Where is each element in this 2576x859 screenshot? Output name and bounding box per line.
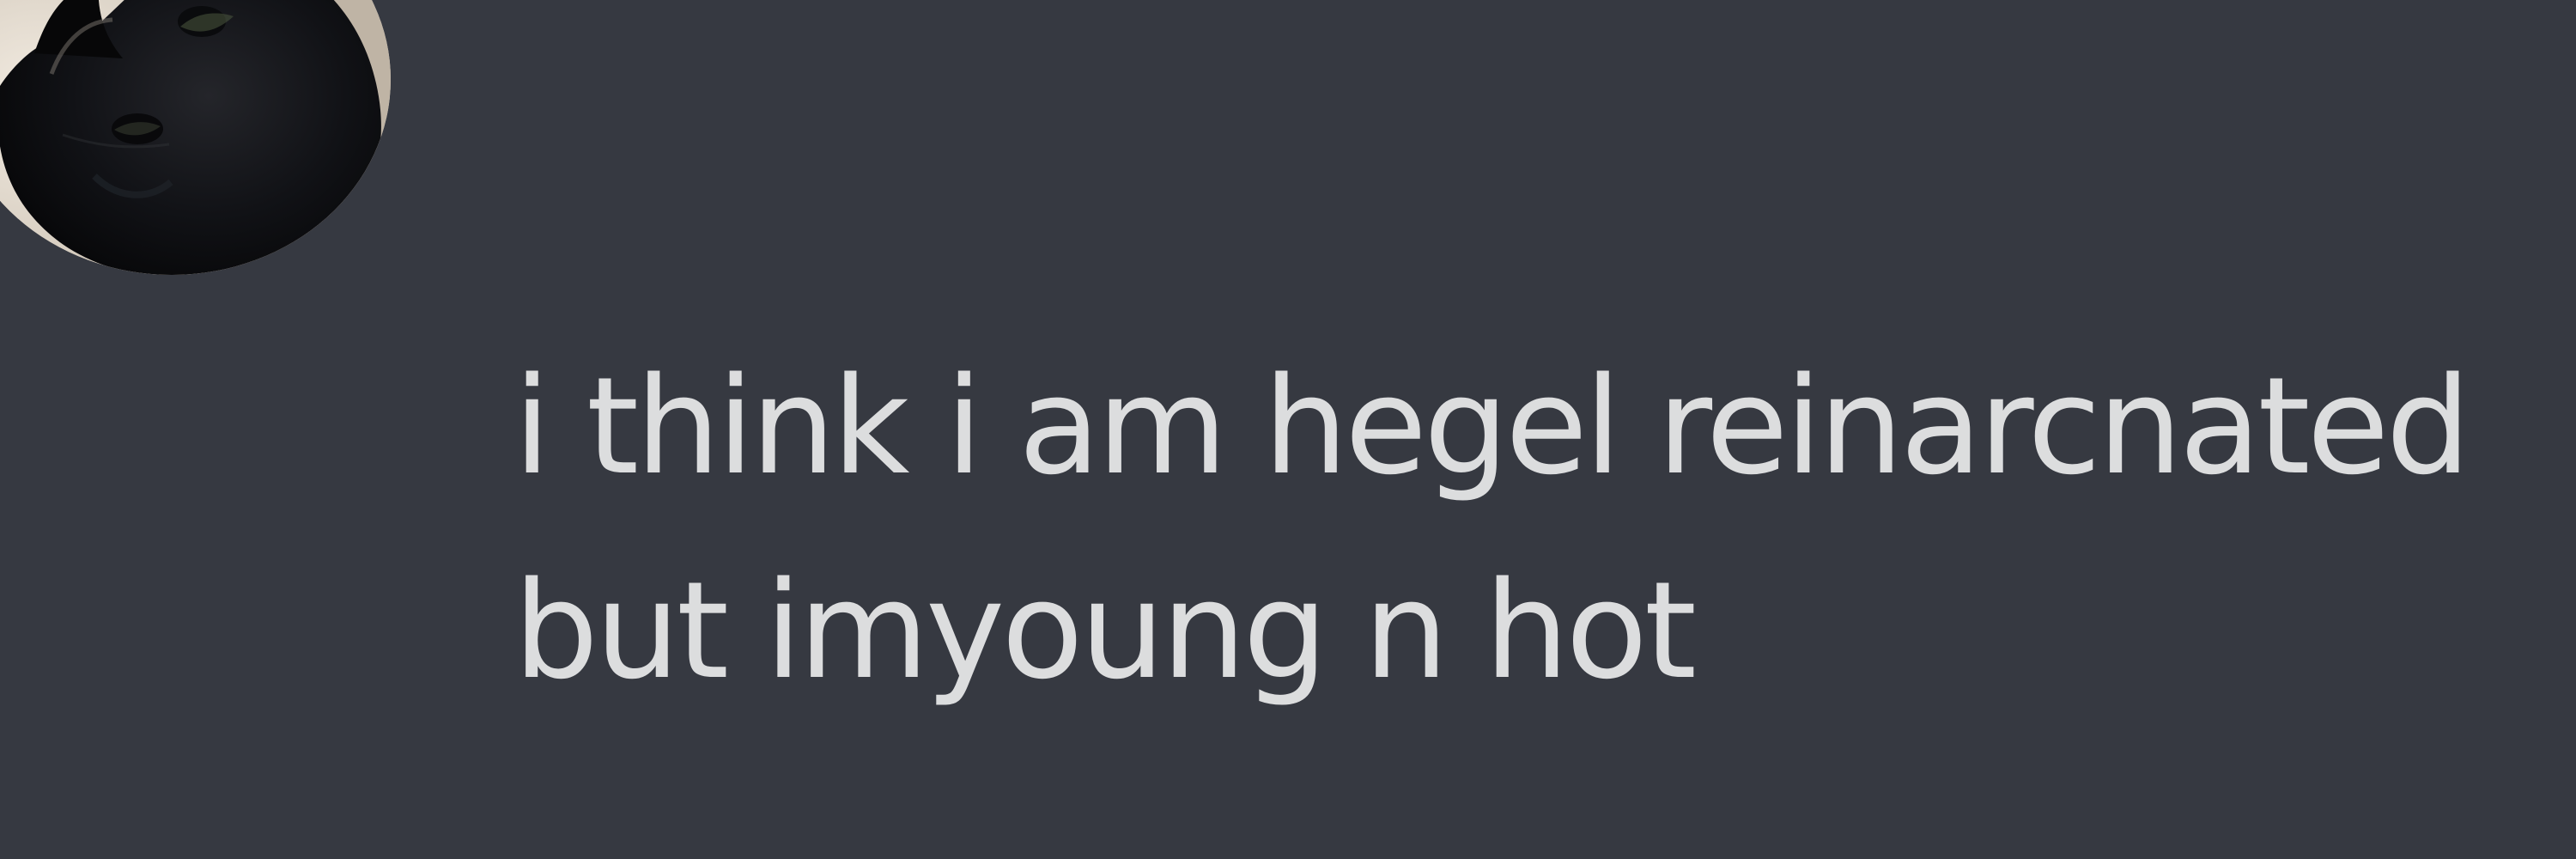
- black-cat-icon: [0, 0, 391, 275]
- message-line: but imyoung n hot: [513, 552, 1697, 709]
- chat-screenshot: i think i am hegel reinarcnated but imyo…: [0, 0, 2576, 859]
- avatar[interactable]: [0, 0, 391, 275]
- message-line: i think i am hegel reinarcnated: [513, 348, 2471, 504]
- chat-message: i think i am hegel reinarcnated but imyo…: [513, 359, 2557, 698]
